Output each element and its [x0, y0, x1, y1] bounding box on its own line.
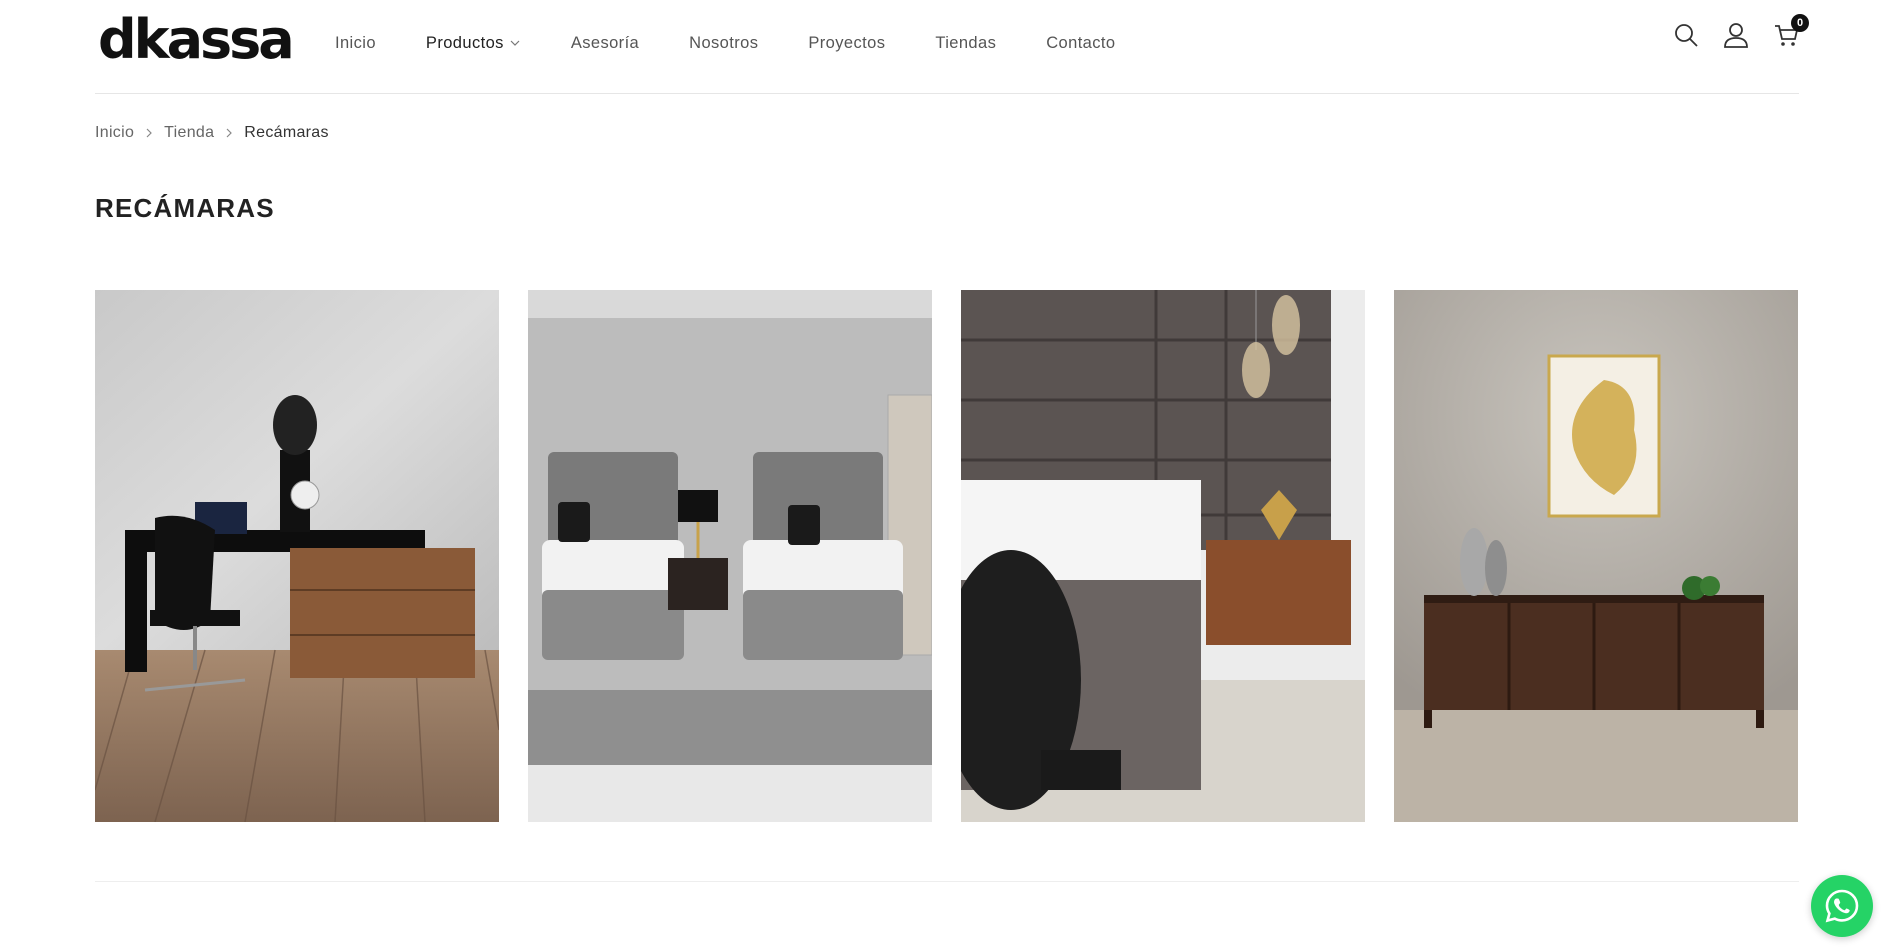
- whatsapp-icon: [1825, 889, 1859, 923]
- product-image-sideboard: [1394, 290, 1798, 822]
- nav-item-inicio[interactable]: Inicio: [335, 34, 376, 53]
- cart-icon[interactable]: 0: [1773, 14, 1809, 48]
- breadcrumb-inicio[interactable]: Inicio: [95, 124, 134, 142]
- product-card-2[interactable]: [528, 290, 932, 822]
- product-card-1[interactable]: [95, 290, 499, 822]
- search-icon[interactable]: [1673, 22, 1699, 48]
- footer-divider: [95, 881, 1799, 882]
- product-card-4[interactable]: [1394, 290, 1798, 822]
- nav-item-asesoria[interactable]: Asesoría: [571, 34, 639, 53]
- header-actions: 0: [1649, 14, 1809, 48]
- nav-item-contacto[interactable]: Contacto: [1046, 34, 1115, 53]
- chevron-right-icon: [226, 128, 233, 138]
- logo-text: dkassa: [98, 8, 295, 71]
- breadcrumb: Inicio Tienda Recámaras: [95, 124, 329, 142]
- product-card-3[interactable]: [961, 290, 1365, 822]
- nav-item-productos-label: Productos: [425, 33, 504, 52]
- nav-item-tiendas[interactable]: Tiendas: [935, 34, 996, 53]
- site-header: dkassa Inicio Productos Asesoría Nosotro…: [95, 0, 1809, 94]
- breadcrumb-current: Recámaras: [244, 124, 329, 141]
- logo[interactable]: dkassa: [98, 8, 295, 71]
- page-title: RECÁMARAS: [95, 193, 275, 223]
- product-image-desk: [95, 290, 499, 822]
- cart-count-badge: 0: [1791, 14, 1809, 32]
- user-icon[interactable]: [1723, 22, 1749, 48]
- nav-item-proyectos[interactable]: Proyectos: [808, 34, 885, 53]
- main-nav: Inicio Productos Asesoría Nosotros Proye…: [335, 0, 1165, 86]
- product-grid: [95, 290, 1798, 822]
- chevron-right-icon: [146, 128, 153, 138]
- product-image-twin-beds: [528, 290, 932, 822]
- nav-item-productos[interactable]: Productos: [426, 34, 521, 53]
- chevron-down-icon: [510, 40, 520, 46]
- nav-item-nosotros[interactable]: Nosotros: [689, 34, 758, 53]
- whatsapp-button[interactable]: [1811, 875, 1873, 937]
- breadcrumb-tienda[interactable]: Tienda: [164, 124, 214, 142]
- product-image-headboard-bed: [961, 290, 1365, 822]
